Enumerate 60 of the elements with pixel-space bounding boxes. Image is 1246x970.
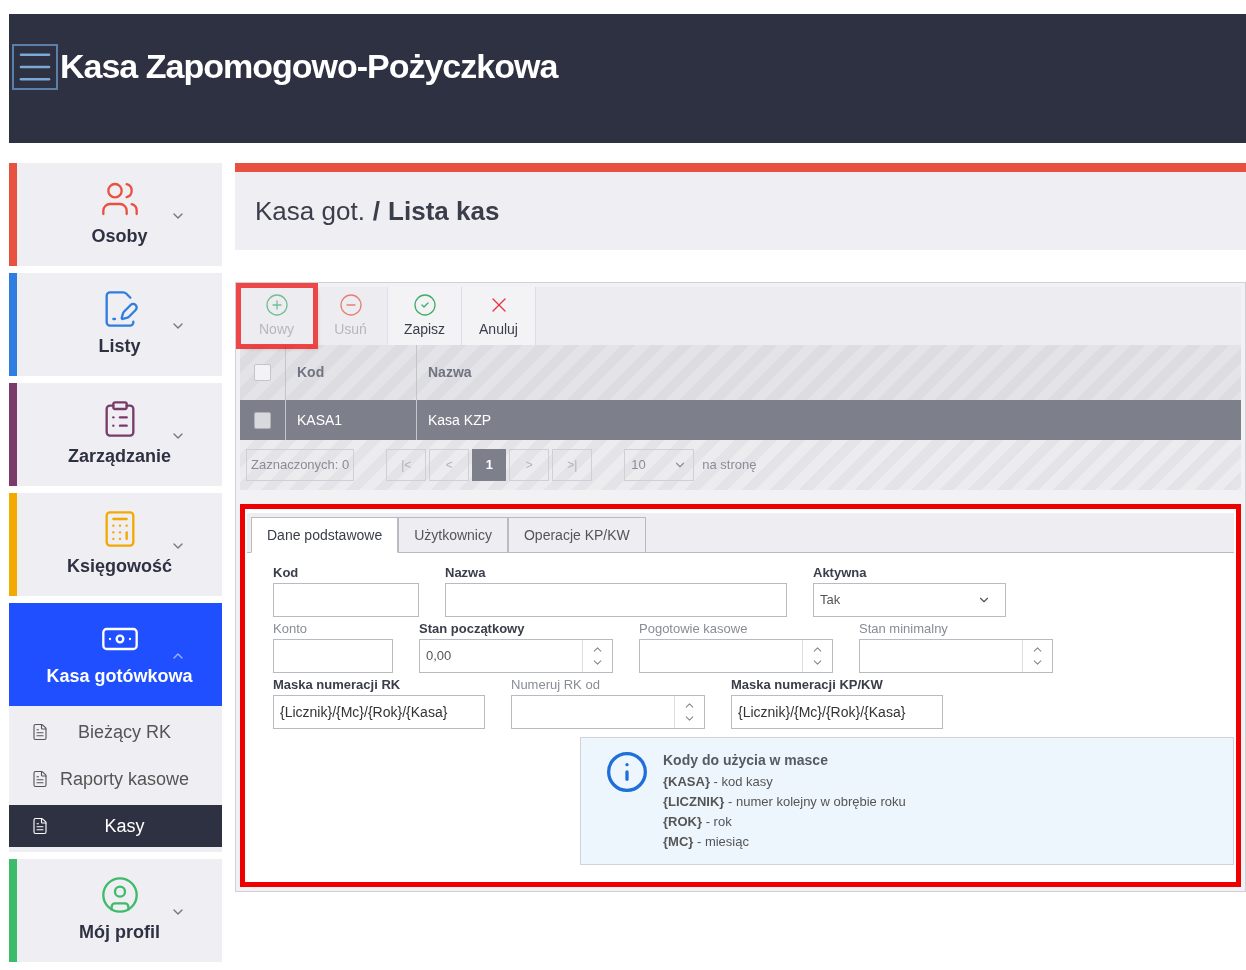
sidebar-item[interactable]: Listy xyxy=(9,273,222,376)
app-title: Kasa Zapomogowo-Pożyczkowa xyxy=(60,46,558,87)
number-field[interactable]: 0,00 xyxy=(419,639,613,673)
info-line: {KASA} - kod kasy xyxy=(663,773,774,791)
checkbox[interactable] xyxy=(254,364,271,381)
page-size-label: na stronę xyxy=(702,456,757,475)
plus-circle-icon xyxy=(264,292,289,317)
sidebar-subitem[interactable]: Kasy xyxy=(9,805,222,847)
breadcrumb-separator: / xyxy=(372,194,381,228)
sidebar-subitem[interactable]: Bieżący RK xyxy=(9,711,222,753)
info-line: {LICZNIK} - numer kolejny w obrębie roku xyxy=(663,793,906,811)
field-label: Konto xyxy=(273,620,308,638)
field-label: Maska numeracji KP/KW xyxy=(731,676,884,694)
number-field[interactable] xyxy=(639,639,833,673)
page-title: Lista kas xyxy=(388,194,500,228)
text-field[interactable] xyxy=(445,583,787,617)
selection-count: Zaznaczonych: 0 xyxy=(246,449,355,481)
tab[interactable]: Dane podstawowe xyxy=(251,517,399,553)
sidebar-item[interactable]: Kasa gotówkowa xyxy=(9,603,222,706)
document-icon xyxy=(31,770,49,788)
breadcrumb-parent[interactable]: Kasa got. xyxy=(255,191,365,231)
field-label: Aktywna xyxy=(813,564,868,582)
info-line: {MC} - miesiąc xyxy=(663,833,750,851)
check-circle-icon xyxy=(412,292,437,317)
table-row[interactable]: KASA1 Kasa KZP xyxy=(240,400,1241,440)
info-title: Kody do użycia w masce xyxy=(663,751,829,770)
user-icon xyxy=(99,875,140,915)
field-label: Pogotowie kasowe xyxy=(639,620,749,638)
text-field[interactable] xyxy=(273,639,393,673)
text-field[interactable]: {Licznik}/{Mc}/{Rok}/{Kasa} xyxy=(731,695,943,729)
field-label: Stan początkowy xyxy=(419,620,526,638)
sidebar-item[interactable]: Zarządzanie xyxy=(9,383,222,486)
sidebar-item[interactable]: Księgowość xyxy=(9,493,222,596)
number-field[interactable] xyxy=(511,695,705,729)
toolbar-button[interactable]: Anuluj xyxy=(462,287,536,345)
tab[interactable]: Operacje KP/KW xyxy=(508,517,646,553)
field-label: Maska numeracji RK xyxy=(273,676,402,694)
tab[interactable]: Użytkownicy xyxy=(398,517,508,553)
info-icon xyxy=(605,750,649,794)
document-icon xyxy=(31,723,49,741)
menu-icon[interactable] xyxy=(12,44,58,90)
field-label: Nazwa xyxy=(445,564,487,582)
text-field[interactable] xyxy=(273,583,419,617)
text-field[interactable]: {Licznik}/{Mc}/{Rok}/{Kasa} xyxy=(273,695,485,729)
number-field[interactable] xyxy=(859,639,1053,673)
document-icon xyxy=(31,817,49,835)
sidebar-item[interactable]: Osoby xyxy=(9,163,222,266)
table-cell-text: Kasa KZP xyxy=(427,410,493,430)
select-field[interactable]: Tak xyxy=(813,583,1006,617)
sidebar-item[interactable]: Mój profil xyxy=(9,859,222,962)
field-label: Kod xyxy=(273,564,300,582)
field-label: Stan minimalny xyxy=(859,620,949,638)
sidebar-subitem[interactable]: Raporty kasowe xyxy=(9,758,222,800)
minus-circle-icon xyxy=(338,292,363,317)
info-line: {ROK} - rok xyxy=(663,813,733,831)
toolbar-button[interactable]: Zapisz xyxy=(388,287,462,345)
field-label: Numeruj RK od xyxy=(511,676,601,694)
column-header[interactable]: Nazwa xyxy=(417,345,1241,400)
checkbox[interactable] xyxy=(254,411,271,429)
page-button[interactable]: 1 xyxy=(472,449,507,481)
